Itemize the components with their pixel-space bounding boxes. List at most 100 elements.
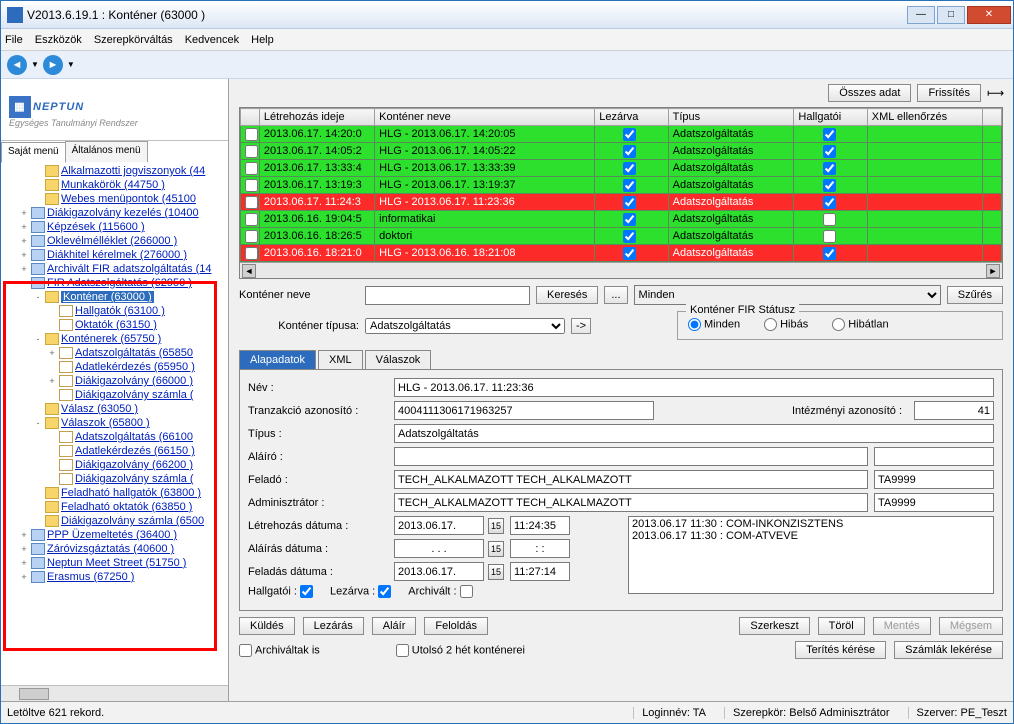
pin-icon[interactable]: ⟼: [987, 86, 1003, 100]
minimize-button[interactable]: —: [907, 6, 935, 24]
tree-node[interactable]: Adatlekérdezés (65950 ): [1, 360, 228, 374]
create-date-field[interactable]: [394, 516, 484, 535]
tree-node[interactable]: +Záróvizsgáztatás (40600 ): [1, 542, 228, 556]
send-date-field[interactable]: [394, 562, 484, 581]
menu-file[interactable]: File: [5, 34, 23, 46]
search-scope-select[interactable]: Minden: [634, 285, 941, 305]
tree-node[interactable]: +Diákigazolvány (66000 ): [1, 374, 228, 388]
locked-checkbox[interactable]: [378, 585, 391, 598]
tree-node[interactable]: Feladható hallgatók (63800 ): [1, 486, 228, 500]
radio-error[interactable]: Hibás: [764, 318, 808, 331]
tree-node[interactable]: Diákigazolvány számla (6500: [1, 514, 228, 528]
grid-header[interactable]: XML ellenőrzés: [867, 109, 982, 126]
send-time-field[interactable]: [510, 562, 570, 581]
calendar-icon[interactable]: 15: [488, 518, 504, 534]
tree-node[interactable]: Diákigazolvány (66200 ): [1, 458, 228, 472]
tab-general-menu[interactable]: Általános menü: [65, 141, 148, 162]
tree-node[interactable]: +Erasmus (67250 ): [1, 570, 228, 584]
search-ellipsis-button[interactable]: ...: [604, 286, 627, 304]
create-time-field[interactable]: [510, 516, 570, 535]
grid-header[interactable]: Konténer neve: [375, 109, 595, 126]
apply-type-button[interactable]: ->: [571, 318, 591, 334]
signer-field[interactable]: [394, 447, 868, 466]
nav-back-icon[interactable]: ◄: [7, 55, 27, 75]
tree-node[interactable]: Feladható oktatók (63850 ): [1, 500, 228, 514]
tree-horizontal-scrollbar[interactable]: [1, 685, 228, 701]
tree-node[interactable]: Válasz (63050 ): [1, 402, 228, 416]
grid-row[interactable]: 2013.06.17. 14:20:0HLG - 2013.06.17. 14:…: [241, 126, 1002, 143]
refresh-button[interactable]: Frissítés: [917, 84, 981, 102]
last-2w-checkbox[interactable]: Utolsó 2 hét konténerei: [396, 644, 525, 657]
calendar-icon[interactable]: 15: [488, 541, 504, 557]
name-field[interactable]: [394, 378, 994, 397]
tree-node[interactable]: +Neptun Meet Street (51750 ): [1, 556, 228, 570]
tree-node[interactable]: +Diákigazolvány kezelés (10400: [1, 206, 228, 220]
tree-node[interactable]: Oktatók (63150 ): [1, 318, 228, 332]
close-button[interactable]: ✕: [967, 6, 1011, 24]
grid-header[interactable]: Létrehozás ideje: [259, 109, 374, 126]
tab-xml[interactable]: XML: [318, 350, 363, 369]
tree-node[interactable]: -FIR Adatszolgáltatás (62950 ): [1, 276, 228, 290]
search-input[interactable]: [365, 286, 530, 305]
tree-node[interactable]: +Adatszolgáltatás (65850: [1, 346, 228, 360]
nav-forward-icon[interactable]: ►: [43, 55, 63, 75]
grid-header[interactable]: [983, 109, 1002, 126]
edit-button[interactable]: Szerkeszt: [739, 617, 809, 635]
student-checkbox[interactable]: [300, 585, 313, 598]
sign-button[interactable]: Aláír: [372, 617, 417, 635]
maximize-button[interactable]: □: [937, 6, 965, 24]
request-distribution-button[interactable]: Terítés kérése: [795, 641, 886, 659]
grid-header[interactable]: Lezárva: [595, 109, 668, 126]
unlock-button[interactable]: Feloldás: [424, 617, 488, 635]
cancel-button[interactable]: Mégsem: [939, 617, 1003, 635]
grid-row[interactable]: 2013.06.16. 18:26:5doktoriAdatszolgáltat…: [241, 228, 1002, 245]
tree-node[interactable]: +PPP Üzemeltetés (36400 ): [1, 528, 228, 542]
calendar-icon[interactable]: 15: [488, 564, 504, 580]
grid-row[interactable]: 2013.06.16. 18:21:0HLG - 2013.06.16. 18:…: [241, 245, 1002, 262]
tree-node[interactable]: Diákigazolvány számla (: [1, 388, 228, 402]
grid-horizontal-scrollbar[interactable]: ◄►: [240, 262, 1002, 278]
grid-row[interactable]: 2013.06.16. 19:04:5informatikaiAdatszolg…: [241, 211, 1002, 228]
send-button[interactable]: Küldés: [239, 617, 295, 635]
tree-node[interactable]: Webes menüpontok (45100: [1, 192, 228, 206]
tree-node[interactable]: +Diákhitel kérelmek (276000 ): [1, 248, 228, 262]
grid-header[interactable]: Típus: [668, 109, 794, 126]
menu-rolechange[interactable]: Szerepkörváltás: [94, 34, 173, 46]
grid-row[interactable]: 2013.06.17. 13:33:4HLG - 2013.06.17. 13:…: [241, 160, 1002, 177]
request-invoices-button[interactable]: Számlák lekérése: [894, 641, 1003, 659]
institution-field[interactable]: [914, 401, 994, 420]
tree-node[interactable]: Adatszolgáltatás (66100: [1, 430, 228, 444]
container-type-select[interactable]: Adatszolgáltatás: [365, 318, 565, 334]
tree-node[interactable]: Diákigazolvány számla (: [1, 472, 228, 486]
filter-button[interactable]: Szűrés: [947, 286, 1003, 304]
archived-also-checkbox[interactable]: Archiváltak is: [239, 644, 320, 657]
tree-node[interactable]: Munkakörök (44750 ): [1, 178, 228, 192]
tree-node[interactable]: Adatlekérdezés (66150 ): [1, 444, 228, 458]
tree-node[interactable]: Hallgatók (63100 ): [1, 304, 228, 318]
container-grid[interactable]: Létrehozás idejeKonténer neveLezárvaTípu…: [239, 107, 1003, 279]
grid-header[interactable]: [241, 109, 260, 126]
tab-own-menu[interactable]: Saját menü: [1, 142, 66, 163]
log-textarea[interactable]: [628, 516, 994, 594]
lock-button[interactable]: Lezárás: [303, 617, 364, 635]
tree-node[interactable]: +Archivált FIR adatszolgáltatás (14: [1, 262, 228, 276]
sender-code-field[interactable]: [874, 470, 994, 489]
grid-row[interactable]: 2013.06.17. 14:05:2HLG - 2013.06.17. 14:…: [241, 143, 1002, 160]
menu-favorites[interactable]: Kedvencek: [185, 34, 239, 46]
archived-checkbox[interactable]: [460, 585, 473, 598]
search-button[interactable]: Keresés: [536, 286, 598, 304]
tree-node[interactable]: +Oklevélmélléklet (266000 ): [1, 234, 228, 248]
radio-all[interactable]: Minden: [688, 318, 740, 331]
all-data-button[interactable]: Összes adat: [828, 84, 911, 102]
grid-row[interactable]: 2013.06.17. 13:19:3HLG - 2013.06.17. 13:…: [241, 177, 1002, 194]
tree-node[interactable]: -Konténerek (65750 ): [1, 332, 228, 346]
admin-code-field[interactable]: [874, 493, 994, 512]
navigation-tree[interactable]: Alkalmazotti jogviszonyok (44Munkakörök …: [1, 162, 228, 685]
tab-basedata[interactable]: Alapadatok: [239, 350, 316, 369]
menu-tools[interactable]: Eszközök: [35, 34, 82, 46]
transaction-field[interactable]: [394, 401, 654, 420]
admin-field[interactable]: [394, 493, 868, 512]
sign-time-field[interactable]: [510, 539, 570, 558]
sign-date-field[interactable]: [394, 539, 484, 558]
grid-row[interactable]: 2013.06.17. 11:24:3HLG - 2013.06.17. 11:…: [241, 194, 1002, 211]
